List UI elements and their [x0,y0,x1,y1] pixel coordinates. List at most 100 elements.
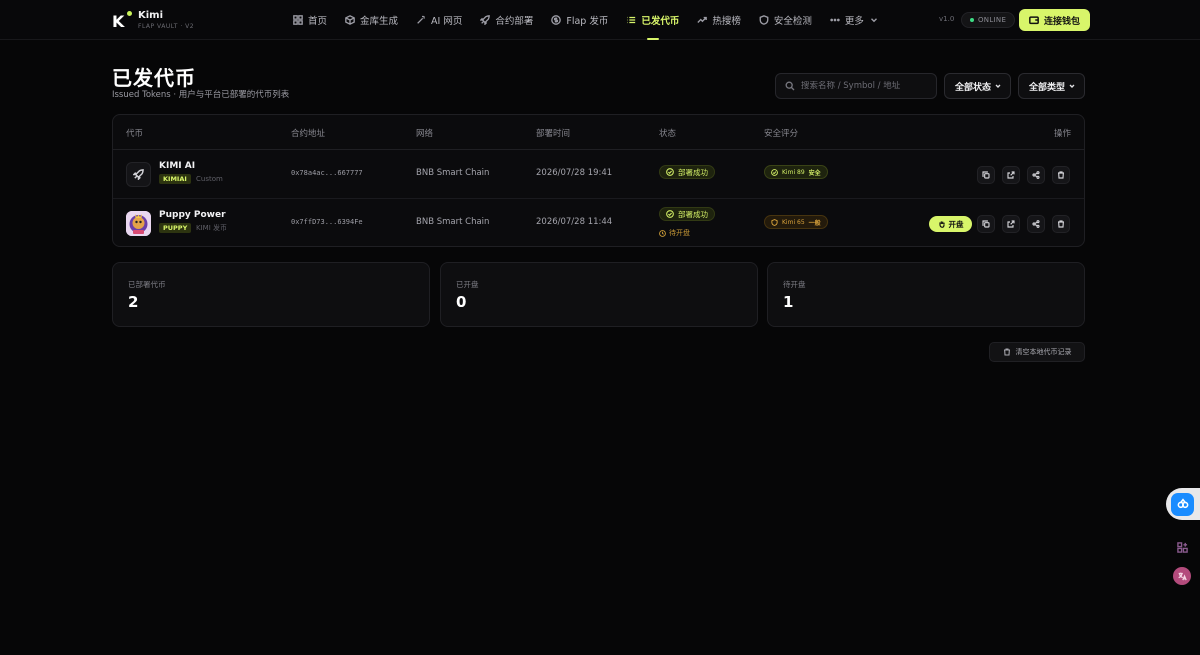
list-icon [627,16,636,24]
contract-address: 0x7ffD73...6394Fe [291,218,363,226]
search-input[interactable] [801,81,931,91]
coin-icon [551,15,562,25]
wand-icon [417,15,425,24]
nav-security-check[interactable]: 安全检测 [750,0,821,40]
search-box[interactable] [775,73,937,99]
stat-value: 1 [783,293,794,311]
trash-icon [1003,348,1010,356]
nav-ai-web[interactable]: AI 网页 [407,0,471,40]
stat-label: 待开盘 [783,280,806,289]
nav-issued-tokens[interactable]: 已发代币 [617,0,688,40]
dots-icon [830,18,840,22]
online-status-badge: ONLINE [961,12,1016,28]
token-logo [126,162,151,187]
tokens-table: 代币 合约地址 网络 部署时间 状态 安全评分 操作 KIMI AI KIMIA… [112,114,1085,247]
nav-label: AI 网页 [431,16,463,27]
trend-icon [697,16,708,23]
floating-assistant-button[interactable] [1166,488,1200,520]
stat-label: 已部署代币 [128,280,166,289]
stat-card-pending: 待开盘 1 [767,262,1085,327]
share-icon [1032,220,1040,228]
translate-button[interactable] [1173,567,1191,585]
nav-trending[interactable]: 热搜榜 [688,0,750,40]
nav-label: 金库生成 [360,16,399,27]
kimi-logo: K [112,11,132,30]
status-filter-select[interactable]: 全部状态 [944,73,1011,99]
column-header-status: 状态 [659,129,677,139]
nav-home[interactable]: 首页 [284,0,336,40]
external-link-icon [1007,171,1015,179]
wallet-icon [1029,16,1039,25]
trash-icon [1058,220,1064,228]
trash-icon [1058,171,1064,179]
page-subtitle: Issued Tokens · 用户与平台已部署的代币列表 [112,90,290,100]
share-icon [1032,171,1040,179]
open-external-button[interactable] [1002,166,1020,184]
column-header-address: 合约地址 [291,129,326,139]
copy-button[interactable] [977,166,995,184]
status-dot-icon [970,18,974,22]
nav-vault[interactable]: 金库生成 [336,0,407,40]
table-row[interactable]: Puppy Power PUPPY KIMI 发币 0x7ffD73...639… [113,199,1084,246]
nav-label: 热搜榜 [712,16,741,27]
chevron-down-icon [995,84,1001,88]
security-score-badge: Kimi 89 安全 [764,165,828,179]
deploy-time: 2026/07/28 19:41 [536,168,613,178]
external-link-icon [1007,220,1015,228]
clear-local-records-button[interactable]: 清空本地代币记录 [989,342,1085,362]
stat-label: 已开盘 [456,280,479,289]
token-name: Puppy Power [159,210,226,220]
type-filter-select[interactable]: 全部类型 [1018,73,1085,99]
token-symbol-badge: PUPPY [159,223,192,233]
app-subtitle: FLAP VAULT · V2 [138,23,195,30]
cube-icon [345,15,355,25]
nav-flap-issue[interactable]: Flap 发币 [542,0,617,40]
nav-label: 首页 [308,16,328,27]
grid-icon [293,15,303,25]
connect-wallet-button[interactable]: 连接钱包 [1019,9,1090,31]
open-trading-button[interactable]: 开盘 [929,216,972,232]
chevron-down-icon [1069,84,1075,88]
check-circle-icon [666,210,674,218]
copy-button[interactable] [977,215,995,233]
delete-button[interactable] [1052,166,1070,184]
token-source: KIMI 发币 [196,224,227,232]
page-title: 已发代币 [112,66,196,90]
open-external-button[interactable] [1002,215,1020,233]
token-symbol-badge: KIMIAI [159,174,191,184]
token-source: Custom [196,175,223,183]
version-label: v1.0 [939,15,955,23]
status-badge: 部署成功 [659,207,715,221]
contract-address: 0x78a4ac...667777 [291,169,363,177]
apps-icon [1176,541,1188,553]
table-header: 代币 合约地址 网络 部署时间 状态 安全评分 操作 [113,115,1084,150]
top-navigation-bar: K Kimi FLAP VAULT · V2 首页 金库生成 AI 网页 合约部… [0,0,1200,40]
column-header-deploy-time: 部署时间 [536,129,571,139]
check-circle-icon [666,168,674,176]
copy-icon [982,220,990,228]
nav-contract-deploy[interactable]: 合约部署 [471,0,542,40]
table-row[interactable]: KIMI AI KIMIAI Custom 0x78a4ac...667777 … [113,150,1084,199]
network-name: BNB Smart Chain [416,217,490,227]
app-name: Kimi [138,10,164,21]
share-button[interactable] [1027,166,1045,184]
stat-card-deployed: 已部署代币 2 [112,262,430,327]
nav-more[interactable]: 更多 [821,0,888,40]
delete-button[interactable] [1052,215,1070,233]
token-avatar [126,211,151,236]
apps-grid-button[interactable] [1172,537,1192,557]
stat-value: 0 [456,293,467,311]
column-header-actions: 操作 [1054,129,1072,139]
brand[interactable]: K Kimi FLAP VAULT · V2 [112,10,194,31]
nav-label: Flap 发币 [566,16,609,27]
pending-open-label: 待开盘 [659,228,690,238]
shield-icon [759,15,769,25]
copy-icon [982,171,990,179]
main-nav: 首页 金库生成 AI 网页 合约部署 Flap 发币 已发代币 热搜榜 安全检测… [284,0,888,40]
deploy-time: 2026/07/28 11:44 [536,217,613,227]
nav-label: 已发代币 [641,16,680,27]
rocket-icon [480,15,491,25]
nav-label: 安全检测 [773,16,812,27]
shield-icon [771,218,778,226]
share-button[interactable] [1027,215,1045,233]
